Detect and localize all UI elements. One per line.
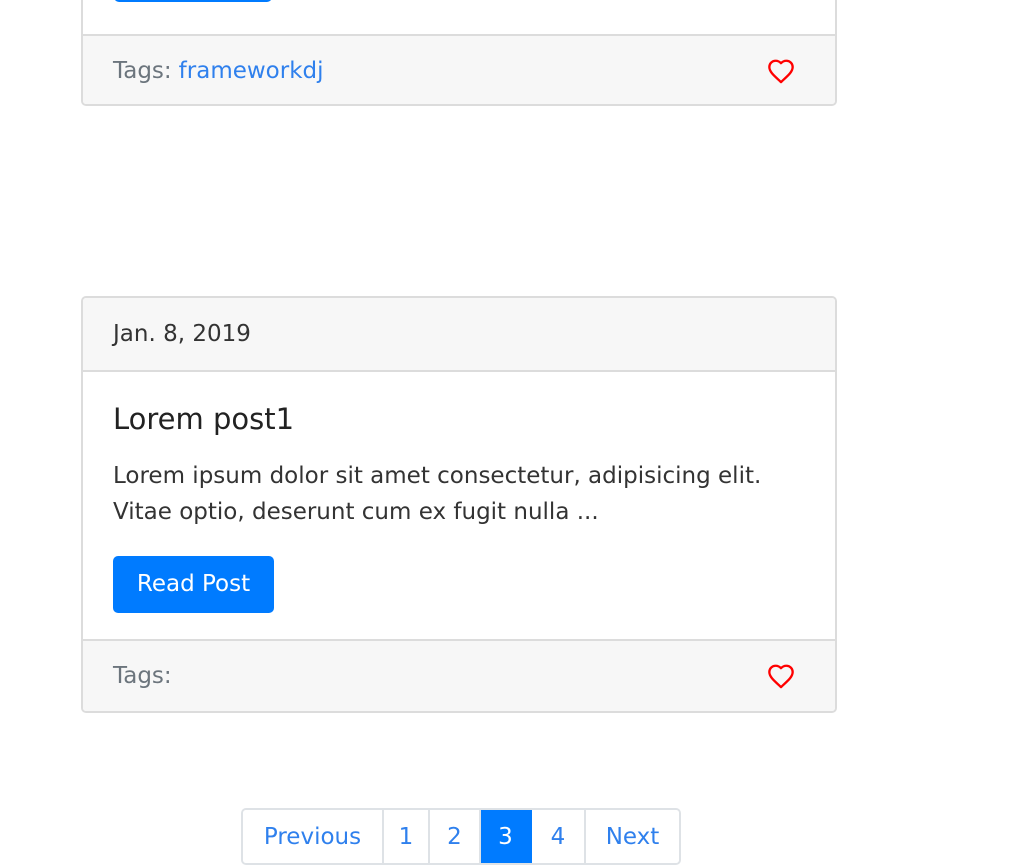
read-post-button[interactable]: Read Post bbox=[113, 556, 274, 613]
pagination-next[interactable]: Next bbox=[586, 810, 679, 863]
pagination-previous[interactable]: Previous bbox=[243, 810, 384, 863]
heart-outline-icon[interactable] bbox=[767, 663, 795, 689]
read-post-button[interactable] bbox=[114, 0, 272, 2]
post-card: Jan. 8, 2019 Lorem post1 Lorem ipsum dol… bbox=[81, 296, 837, 713]
post-date: Jan. 8, 2019 bbox=[83, 298, 835, 372]
pagination-page-2[interactable]: 2 bbox=[430, 810, 481, 863]
post-card-footer: Tags: bbox=[83, 639, 835, 711]
post-card-body bbox=[83, 0, 835, 34]
pagination-page-3-active[interactable]: 3 bbox=[481, 810, 532, 863]
post-card-body: Lorem post1 Lorem ipsum dolor sit amet c… bbox=[83, 372, 835, 639]
pagination: Previous 1 2 3 4 Next bbox=[241, 808, 681, 865]
post-title: Lorem post1 bbox=[113, 402, 295, 436]
tag-link[interactable]: frameworkdj bbox=[179, 58, 324, 84]
blog-page: Tags: frameworkdj Jan. 8, 2019 Lorem pos… bbox=[0, 0, 1032, 868]
post-card: Tags: frameworkdj bbox=[81, 0, 837, 106]
pagination-page-1[interactable]: 1 bbox=[384, 810, 430, 863]
post-card-footer: Tags: frameworkdj bbox=[83, 34, 835, 104]
pagination-page-4[interactable]: 4 bbox=[532, 810, 586, 863]
heart-outline-icon[interactable] bbox=[767, 58, 795, 84]
tags-label: Tags: bbox=[113, 58, 172, 84]
post-excerpt: Lorem ipsum dolor sit amet consectetur, … bbox=[113, 463, 762, 525]
tags-label: Tags: bbox=[113, 663, 172, 689]
